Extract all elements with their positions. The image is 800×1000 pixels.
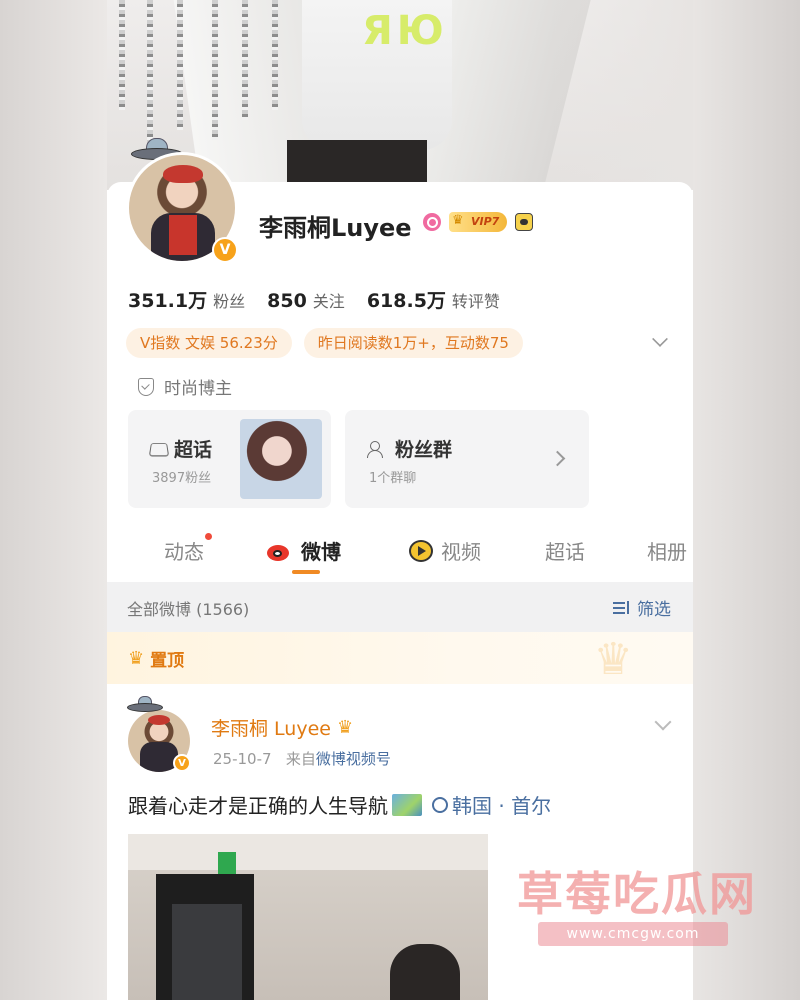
verified-badge-icon: V (212, 237, 238, 263)
supertopic-sub: 3897粉丝 (152, 471, 212, 486)
post-meta: 25-10-7 来自微博视频号 (213, 748, 391, 769)
stat-following[interactable]: 850 关注 (267, 288, 345, 312)
stat-value: 351.1万 (128, 290, 208, 312)
crown-decoration-icon: ♛ (593, 634, 633, 685)
post-source-prefix: 来自 (285, 750, 316, 768)
post-author[interactable]: 李雨桐 Luyee ♛ (211, 714, 353, 741)
pinned-post[interactable]: V 李雨桐 Luyee ♛ 25-10-7 来自微博视频号 跟着心走才是正确的人… (107, 684, 693, 1000)
location-icon (432, 796, 448, 813)
cover-chain (147, 0, 153, 150)
post-body: 跟着心走才是正确的人生导航 (128, 794, 388, 818)
filter-button[interactable]: 筛选 (613, 595, 671, 620)
cover-chain (242, 0, 248, 120)
stat-value: 618.5万 (366, 290, 446, 312)
cover-chain (212, 0, 218, 140)
cover-chain (177, 0, 183, 130)
profile-name: 李雨桐Luyee (259, 214, 412, 242)
tab-feed[interactable]: 动态 (164, 533, 212, 565)
post-menu-chevron-icon[interactable] (654, 713, 672, 731)
feature-cards: 超话 3897粉丝 粉丝群 1个群聊 (128, 410, 589, 508)
tab-video[interactable]: 视频 (409, 536, 481, 565)
fangroup-sub: 1个群聊 (369, 471, 417, 486)
profile-tagline: 时尚博主 (138, 374, 232, 399)
tab-label: 超话 (545, 540, 585, 564)
filter-label: 筛选 (637, 600, 671, 620)
crown-icon: ♛ (336, 717, 354, 738)
stat-engagement[interactable]: 618.5万 转评赞 (367, 286, 500, 313)
tagline-text: 时尚博主 (164, 379, 232, 399)
post-date: 25-10-7 (213, 750, 272, 768)
diamond-icon (148, 442, 170, 456)
stat-label: 粉丝 (213, 292, 246, 311)
chevron-right-icon (549, 450, 566, 467)
crown-icon: ♛ (452, 213, 464, 228)
search-badge-icon[interactable] (423, 213, 441, 231)
post-image[interactable] (128, 834, 488, 1000)
fangroup-title: 粉丝群 (367, 435, 452, 462)
watermark-url: www.cmcgw.com (538, 922, 728, 946)
stat-followers[interactable]: 351.1万 粉丝 (128, 286, 245, 313)
v-index-chip[interactable]: V指数 文娱 56.23分 (126, 328, 292, 358)
profile-card: V 李雨桐Luyee ♛ VIP7 351.1万 粉丝 850 关注 618.5… (107, 138, 693, 582)
tab-label: 视频 (441, 540, 481, 564)
watermark-title: 草莓吃瓜网 (517, 867, 757, 921)
stat-label: 关注 (312, 292, 345, 311)
cover-shirt-text: ЯЮ (362, 8, 448, 54)
pinned-text: 置顶 (150, 651, 185, 671)
phone-screen: ЯЮ V 李雨桐Luyee ♛ VIP7 351.1万 粉丝 850 关注 61… (107, 0, 693, 1000)
people-icon (367, 440, 389, 458)
supertopic-title: 超话 (148, 435, 213, 462)
fangroup-card[interactable]: 粉丝群 1个群聊 (345, 410, 589, 508)
post-location[interactable]: 韩国 · 首尔 (452, 790, 551, 819)
game-badge-icon[interactable] (515, 213, 534, 231)
profile-stats: 351.1万 粉丝 850 关注 618.5万 转评赞 (128, 286, 500, 313)
supertopic-card[interactable]: 超话 3897粉丝 (128, 410, 331, 508)
ufo-pendant-icon (127, 696, 163, 712)
weibo-icon (267, 541, 293, 561)
expand-chevron-down-icon[interactable] (652, 331, 668, 347)
tab-weibo[interactable]: 微博 (267, 536, 341, 565)
filter-icon (613, 600, 631, 615)
active-tab-underline (292, 570, 320, 574)
tab-label: 微博 (301, 540, 341, 564)
post-count: 全部微博 (1566) (127, 600, 250, 619)
tab-album[interactable]: 相册 (647, 536, 687, 565)
video-icon (409, 539, 433, 562)
profile-tabs: 动态 微博 视频 超话 相册 (107, 528, 693, 578)
notification-dot (205, 533, 212, 540)
cover-chain (272, 0, 278, 110)
post-source[interactable]: 微博视频号 (316, 750, 391, 768)
supertopic-thumbnail (240, 419, 322, 499)
reads-chip[interactable]: 昨日阅读数1万+，互动数75 (303, 328, 523, 358)
pinned-label: ♛ 置顶 (128, 646, 184, 671)
pinned-banner: ♛ 置顶 ♛ (107, 632, 693, 684)
cover-chain (119, 0, 125, 110)
fangroup-label: 粉丝群 (395, 439, 453, 461)
post-author-name: 李雨桐 Luyee (211, 718, 331, 740)
shield-icon (138, 377, 154, 396)
person-figure (390, 944, 460, 1000)
supertopic-label: 超话 (174, 439, 213, 461)
filter-bar: 全部微博 (1566) 筛选 (107, 582, 693, 632)
vip-badge[interactable]: ♛ VIP7 (449, 212, 508, 232)
exit-sign (218, 852, 236, 876)
stat-label: 转评赞 (451, 292, 500, 311)
info-chips: V指数 文娱 56.23分 昨日阅读数1万+，互动数75 (126, 328, 523, 358)
cover-fade (553, 0, 693, 190)
tab-label: 相册 (647, 540, 687, 564)
stat-value: 850 (267, 290, 307, 312)
crown-icon: ♛ (128, 648, 145, 669)
map-icon (392, 793, 422, 816)
name-badges: ♛ VIP7 (423, 212, 534, 232)
tab-label: 动态 (164, 540, 204, 564)
tab-supertopic[interactable]: 超话 (545, 536, 585, 565)
verified-badge-icon: V (173, 754, 191, 772)
post-text: 跟着心走才是正确的人生导航 韩国 · 首尔 (128, 790, 551, 819)
vip-label: VIP7 (471, 215, 500, 228)
